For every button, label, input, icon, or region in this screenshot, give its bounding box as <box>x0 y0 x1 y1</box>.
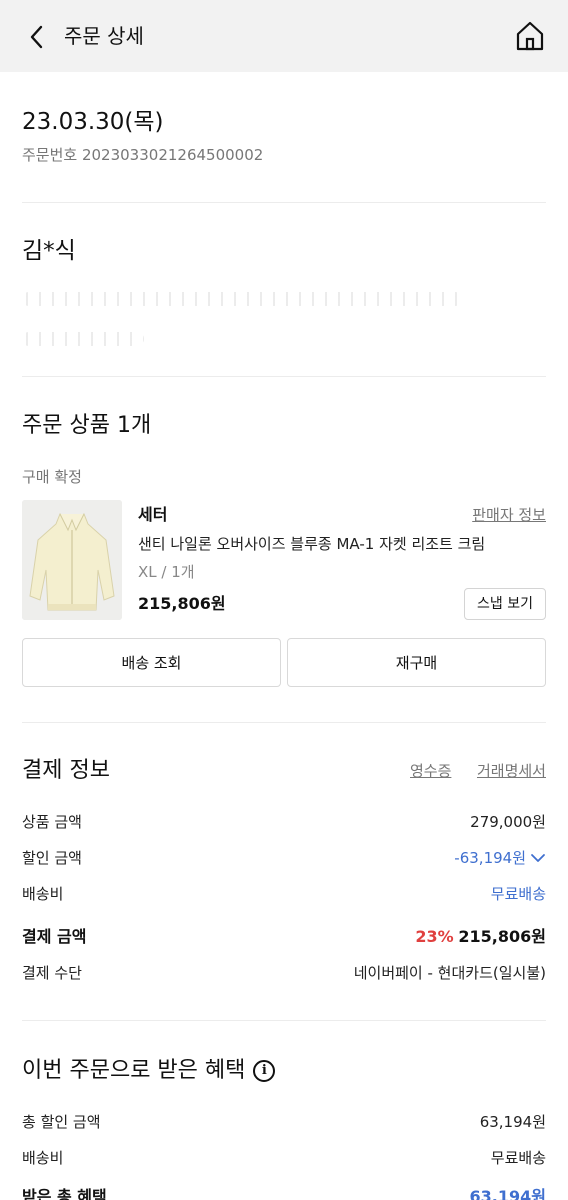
order-number: 주문번호 2023033021264500002 <box>22 146 264 164</box>
divider <box>22 1020 546 1021</box>
benefit-shipping-label: 배송비 <box>22 1149 64 1167</box>
total-discount-value: 63,194원 <box>479 1113 546 1131</box>
redacted-phone <box>22 332 144 346</box>
total-amount: 23% 215,806원 <box>415 926 546 948</box>
jacket-image <box>22 500 122 620</box>
receipt-link[interactable]: 영수증 <box>410 760 451 782</box>
divider <box>22 376 546 377</box>
discount-toggle[interactable]: -63,194원 <box>454 847 546 869</box>
benefit-shipping-value: 무료배송 <box>490 1149 546 1167</box>
product-name[interactable]: 샌티 나일론 오버사이즈 블루종 MA-1 자켓 리조트 크림 <box>138 533 485 555</box>
discount-percent: 23% <box>415 927 454 946</box>
info-icon[interactable]: i <box>253 1060 276 1082</box>
page-title: 주문 상세 <box>64 24 144 48</box>
received-total-label: 받은 총 혜택 <box>22 1187 107 1200</box>
recipient-name: 김*식 <box>22 238 76 264</box>
shipping-value: 무료배송 <box>490 885 546 903</box>
app-header: 주문 상세 <box>0 0 568 72</box>
total-value: 215,806원 <box>458 927 546 946</box>
product-amount-label: 상품 금액 <box>22 813 82 831</box>
received-total-value: 63,194원 <box>469 1187 546 1200</box>
chevron-down-icon <box>531 854 545 862</box>
seller-info-link[interactable]: 판매자 정보 <box>472 504 546 526</box>
divider <box>22 722 546 723</box>
back-button[interactable] <box>22 22 52 52</box>
snap-view-button[interactable]: 스냅 보기 <box>464 588 546 620</box>
total-discount-label: 총 할인 금액 <box>22 1113 101 1131</box>
reorder-label: 재구매 <box>395 654 438 672</box>
track-delivery-button[interactable]: 배송 조회 <box>22 638 281 687</box>
payment-method-label: 결제 수단 <box>22 964 82 982</box>
payment-method-value: 네이버페이 - 현대카드(일시불) <box>353 964 546 982</box>
product-thumbnail[interactable] <box>22 500 122 620</box>
order-date: 23.03.30(목) <box>22 109 164 135</box>
payment-section-title: 결제 정보 <box>22 758 110 783</box>
shipping-label: 배송비 <box>22 885 64 903</box>
products-section-title: 주문 상품 1개 <box>22 413 152 438</box>
benefits-title-text: 이번 주문으로 받은 혜택 <box>22 1058 246 1083</box>
redacted-address <box>22 292 462 306</box>
statement-link[interactable]: 거래명세서 <box>477 760 546 782</box>
home-icon <box>516 21 544 51</box>
divider <box>22 202 546 203</box>
order-status: 구매 확정 <box>22 468 82 486</box>
home-button[interactable] <box>514 20 546 52</box>
discount-value: -63,194원 <box>454 849 526 867</box>
product-price: 215,806원 <box>138 594 226 613</box>
reorder-button[interactable]: 재구매 <box>287 638 546 687</box>
track-delivery-label: 배송 조회 <box>121 654 182 672</box>
discount-label: 할인 금액 <box>22 849 82 867</box>
product-amount-value: 279,000원 <box>470 813 546 831</box>
product-option: XL / 1개 <box>138 563 195 581</box>
product-brand: 세터 <box>138 505 168 524</box>
benefits-section-title: 이번 주문으로 받은 혜택 i <box>22 1054 276 1088</box>
total-label: 결제 금액 <box>22 927 87 946</box>
chevron-left-icon <box>30 25 43 49</box>
